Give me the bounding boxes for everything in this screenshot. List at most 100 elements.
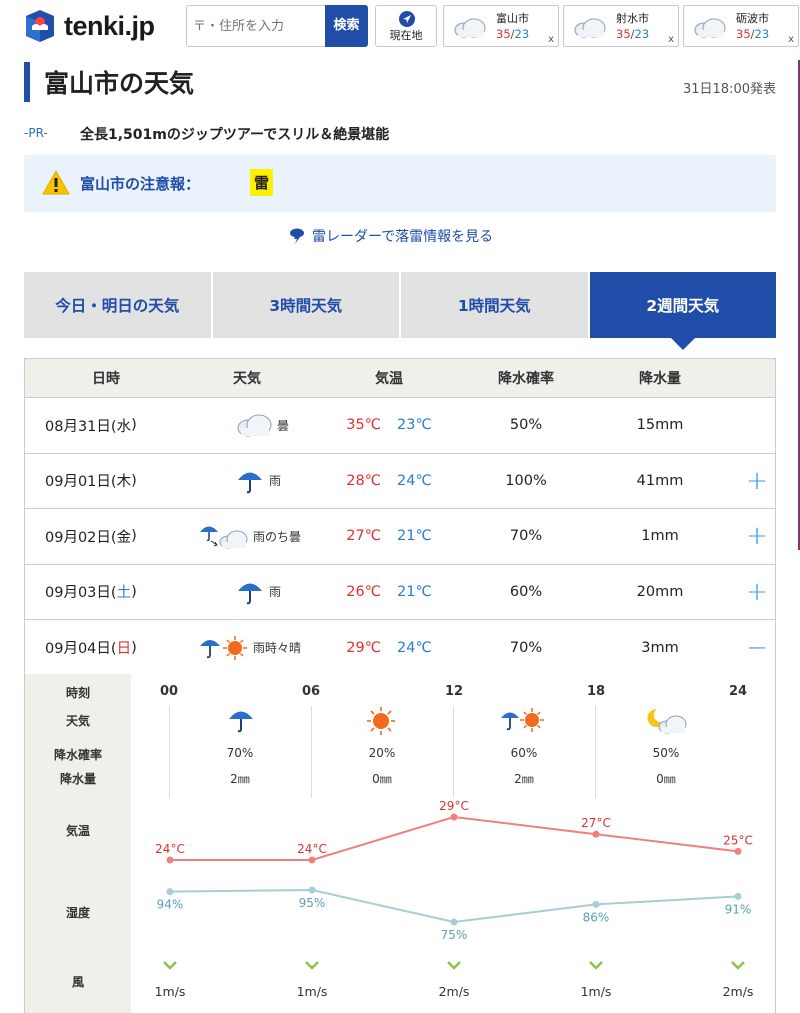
warning-banner[interactable]: 富山市の注意報： 雷 — [24, 155, 776, 212]
logo-text: tenki.jp — [64, 10, 155, 41]
date-cell: 09月04日(日) — [45, 639, 137, 658]
divider — [453, 706, 454, 798]
precip-prob-cell: 100% — [505, 472, 547, 489]
location-arrow-icon — [399, 11, 415, 27]
table-row[interactable]: 09月04日(日) 雨時々晴 29℃ 24℃ 70% 3mm − — [25, 620, 775, 676]
temperature-label: 25°C — [723, 833, 753, 847]
high-temp: 27℃ — [346, 528, 381, 545]
search-input[interactable] — [193, 14, 323, 38]
favorite-city-name: 富山市 — [496, 12, 529, 25]
site-logo[interactable]: tenki.jp — [22, 6, 172, 46]
hour-label: 12 — [445, 684, 464, 699]
lightning-radar-link[interactable]: 雷レーダーで落雷情報を見る — [288, 226, 493, 246]
low-temp: 24℃ — [397, 639, 432, 656]
title-accent — [24, 62, 30, 102]
umbrella-icon — [229, 711, 253, 733]
temperature-label: 24°C — [155, 842, 185, 856]
temperature-point — [592, 830, 600, 838]
forecast-tabs: 今日・明日の天気 3時間天気 1時間天気 2週間天気 — [24, 272, 776, 350]
weather-cell: 雨 — [187, 454, 307, 509]
precip-amount-cell: 3mm — [641, 639, 679, 656]
issued-time: 31日18:00発表 — [682, 82, 776, 97]
favorite-city-tonami[interactable]: 砺波市 35/23 x — [683, 5, 799, 47]
precip-amount-value: 0㎜ — [656, 772, 676, 786]
table-row[interactable]: 09月02日(金) 雨のち曇 27℃ 21℃ 70% 1mm + — [25, 509, 775, 565]
wind-speed-label: 1m/s — [297, 984, 328, 999]
remove-favorite-button[interactable]: x — [668, 34, 674, 45]
favorite-city-temps: 35/23 — [736, 27, 770, 41]
humidity-point — [166, 888, 174, 896]
high-temp: 26℃ — [346, 583, 381, 600]
weather-label: 雨時々晴 — [253, 641, 302, 656]
search-button[interactable]: 検索 — [325, 5, 368, 47]
temperature-point — [166, 856, 174, 864]
remove-favorite-button[interactable]: x — [548, 34, 554, 45]
expand-icon[interactable]: + — [746, 579, 768, 605]
tab-today-tomorrow[interactable]: 今日・明日の天気 — [24, 272, 211, 338]
humidity-line — [169, 888, 739, 924]
tab-3-hour[interactable]: 3時間天気 — [212, 272, 399, 338]
remove-favorite-button[interactable]: x — [788, 34, 794, 45]
expand-icon[interactable]: + — [746, 523, 768, 549]
wind-direction-icon — [305, 961, 319, 970]
rain-sometimes-sun-icon — [200, 635, 247, 660]
logo-mark-icon — [26, 10, 54, 42]
date-cell: 08月31日(水) — [45, 417, 137, 435]
table-header: 日時 天気 気温 降水確率 降水量 — [25, 359, 775, 398]
current-location-label: 現在地 — [389, 29, 423, 42]
detail-label-column: 時刻 天気 降水確率 降水量 気温 湿度 風 — [25, 674, 131, 1013]
favorite-city-temps: 35/23 — [616, 27, 650, 41]
low-temp: 24℃ — [397, 472, 432, 489]
temperature-point — [450, 813, 458, 821]
collapse-icon[interactable]: − — [746, 635, 768, 661]
humidity-label: 91% — [725, 902, 752, 916]
cloud-icon — [237, 414, 272, 437]
precip-prob-value: 70% — [226, 746, 254, 760]
cloud-icon — [454, 18, 486, 38]
humidity-label: 75% — [441, 928, 468, 942]
tab-2-week[interactable]: 2週間天気 — [589, 272, 776, 350]
favorite-city-imizu[interactable]: 射水市 35/23 x — [563, 5, 679, 47]
wind-speed-label: 1m/s — [581, 984, 612, 999]
wind-speed-label: 2m/s — [723, 984, 754, 999]
temperature-point — [308, 856, 316, 864]
tab-1-hour[interactable]: 1時間天気 — [401, 272, 588, 338]
low-temp: 21℃ — [397, 528, 432, 545]
humidity-point — [734, 892, 742, 900]
low-temp: 23℃ — [397, 417, 432, 434]
label-precip-amount: 降水量 — [59, 772, 96, 786]
weather-label: 曇 — [277, 418, 290, 433]
wind-speed-label: 1m/s — [155, 984, 186, 999]
divider — [311, 706, 312, 798]
precip-amount-value: 2㎜ — [514, 772, 534, 786]
temp-cell: 28℃ 24℃ — [307, 454, 471, 509]
hour-label: 18 — [587, 684, 606, 699]
umbrella-icon — [238, 583, 262, 604]
column-header-temp: 気温 — [375, 371, 403, 387]
cloud-icon — [694, 18, 726, 38]
precip-amount-value: 0㎜ — [372, 772, 392, 786]
favorite-city-toyama[interactable]: 富山市 35/23 x — [443, 5, 559, 47]
hour-label: 00 — [160, 684, 179, 699]
header: tenki.jp 検索 現在地 富山市 35/23 x 射水市 35/23 x — [0, 0, 800, 52]
expand-icon[interactable]: + — [746, 468, 768, 494]
hour-label: 24 — [729, 684, 748, 699]
humidity-label: 94% — [157, 898, 184, 912]
temperature-point — [734, 847, 742, 855]
lightning-radar-label: 雷レーダーで落雷情報を見る — [312, 229, 494, 245]
precip-amount-value: 2㎜ — [230, 772, 250, 786]
rain-sun-icon — [501, 708, 544, 732]
column-header-precip-prob: 降水確率 — [498, 371, 554, 387]
precip-amount-cell: 15mm — [636, 417, 684, 434]
precip-prob-value: 60% — [510, 746, 538, 760]
precip-prob-value: 20% — [368, 746, 396, 760]
current-location-button[interactable]: 現在地 — [375, 5, 437, 47]
pr-link[interactable]: 全長1,501mのジップツアーでスリル＆絶景堪能 — [80, 124, 389, 144]
rain-then-cloud-icon — [200, 526, 248, 549]
table-row[interactable]: 09月01日(木) 雨 28℃ 24℃ 100% 41mm + — [25, 454, 775, 509]
moon-cloud-icon — [647, 708, 687, 734]
weather-cell: 雨時々晴 — [187, 620, 307, 676]
humidity-point — [308, 886, 316, 894]
column-header-precip-amount: 降水量 — [639, 371, 681, 387]
table-row[interactable]: 09月03日(土) 雨 26℃ 21℃ 60% 20mm + — [25, 565, 775, 620]
